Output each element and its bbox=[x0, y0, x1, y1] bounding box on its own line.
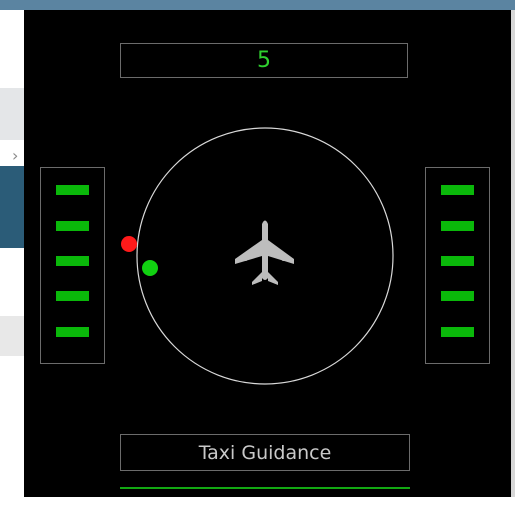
background-window-bottom bbox=[0, 497, 515, 505]
background-window-blue-panel bbox=[0, 166, 24, 248]
guidance-label: Taxi Guidance bbox=[198, 441, 332, 464]
guidance-label-box: Taxi Guidance bbox=[120, 434, 410, 471]
green-target-marker bbox=[142, 260, 158, 276]
taxi-guidance-panel: 5 Taxi Guidance bbox=[24, 10, 511, 497]
airplane-icon bbox=[235, 220, 294, 285]
background-window-left bbox=[0, 10, 24, 505]
radar-display bbox=[121, 127, 394, 385]
background-window-band bbox=[0, 88, 24, 140]
chevron-right-icon: › bbox=[12, 146, 19, 165]
desktop: › 5 Taxi Guidance bbox=[0, 0, 515, 505]
red-target-marker bbox=[121, 236, 137, 252]
guidance-progress-line bbox=[120, 487, 410, 489]
background-window-titlebar bbox=[0, 0, 515, 10]
background-window-gray-panel bbox=[0, 316, 24, 356]
background-window-right bbox=[511, 10, 515, 505]
